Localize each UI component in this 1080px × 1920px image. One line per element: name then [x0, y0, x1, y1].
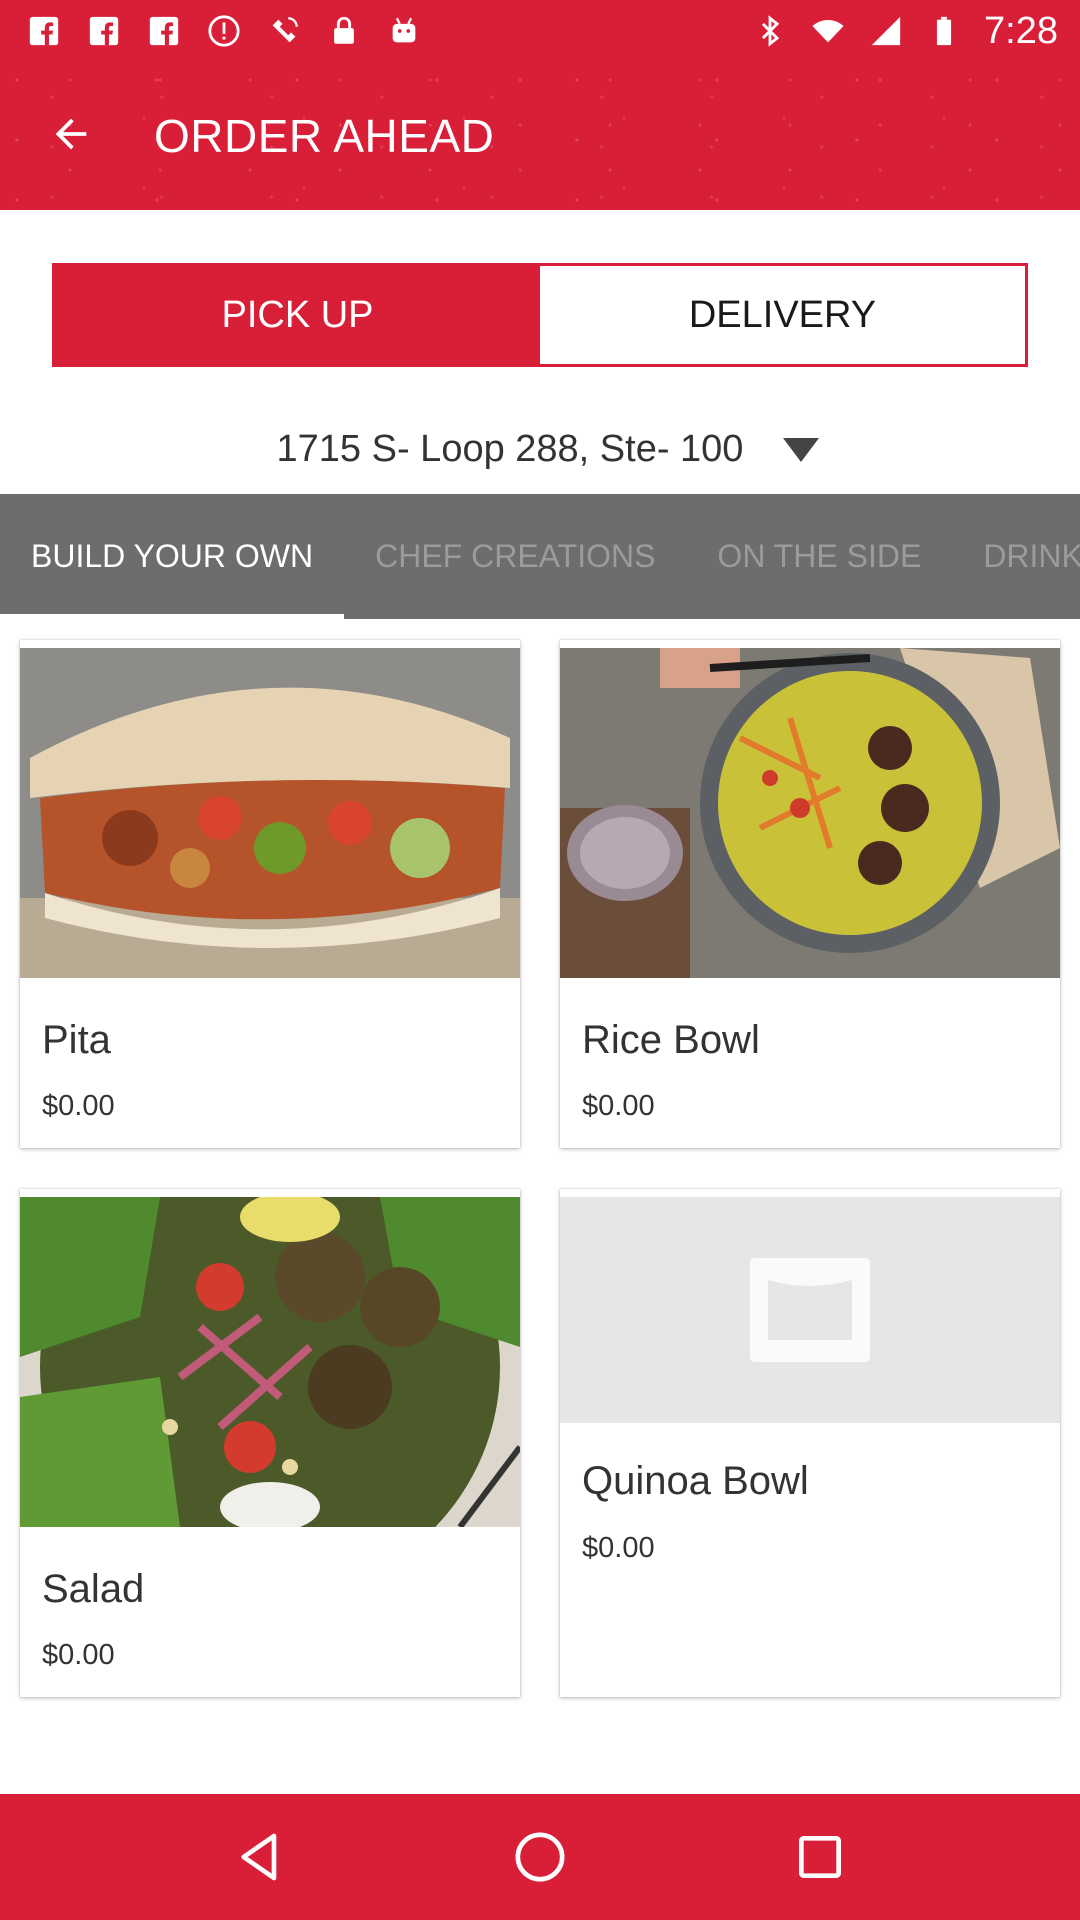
location-address: 1715 S- Loop 288, Ste- 100 [276, 427, 744, 470]
lock-icon [326, 13, 362, 49]
salad-image [20, 1197, 520, 1527]
android-icon [386, 13, 422, 49]
status-bar: 7:28 [0, 0, 1080, 62]
rice-bowl-image [560, 648, 1060, 978]
tab-drinks[interactable]: DRINKS [952, 494, 1080, 619]
nav-home-button[interactable] [495, 1812, 585, 1902]
order-type-toggle: PICK UP DELIVERY [52, 263, 1028, 367]
caret-down-icon [783, 438, 820, 462]
wifi-icon [810, 13, 846, 49]
image-placeholder [560, 1197, 1060, 1423]
app-bar: ORDER AHEAD [0, 62, 1080, 210]
item-price: $0.00 [582, 1090, 655, 1122]
pita-image [20, 648, 520, 978]
bluetooth-icon [752, 13, 788, 49]
image-placeholder-icon [750, 1258, 870, 1362]
arrow-back-icon [48, 111, 94, 162]
status-time: 7:28 [984, 9, 1058, 52]
back-triangle-icon [241, 1833, 277, 1881]
item-price: $0.00 [42, 1639, 115, 1671]
facebook-icon [86, 13, 122, 49]
back-button[interactable] [0, 62, 146, 210]
menu-card-pita[interactable]: Pita $0.00 [20, 640, 520, 1148]
pickup-button[interactable]: PICK UP [55, 266, 540, 364]
home-circle-icon [515, 1832, 565, 1882]
item-name: Pita [42, 1018, 111, 1062]
signal-icon [868, 13, 904, 49]
satellite-icon [266, 13, 302, 49]
system-nav-bar [0, 1794, 1080, 1920]
facebook-icon [146, 13, 182, 49]
item-name: Rice Bowl [582, 1018, 760, 1062]
menu-card-rice-bowl[interactable]: Rice Bowl $0.00 [560, 640, 1060, 1148]
recents-square-icon [799, 1836, 841, 1878]
menu-card-quinoa-bowl[interactable]: Quinoa Bowl $0.00 [560, 1189, 1060, 1697]
alert-icon [206, 13, 242, 49]
delivery-button[interactable]: DELIVERY [540, 266, 1025, 364]
item-name: Salad [42, 1567, 145, 1611]
nav-recents-button[interactable] [775, 1812, 865, 1902]
system-indicators: 7:28 [752, 10, 1058, 53]
item-price: $0.00 [42, 1090, 115, 1122]
notification-icons [26, 13, 422, 49]
facebook-icon [26, 13, 62, 49]
item-name: Quinoa Bowl [582, 1459, 809, 1503]
tab-chef-creations[interactable]: CHEF CREATIONS [344, 494, 686, 619]
nav-back-button[interactable] [215, 1812, 305, 1902]
location-dropdown[interactable]: 1715 S- Loop 288, Ste- 100 [0, 414, 1080, 484]
menu-card-salad[interactable]: Salad $0.00 [20, 1189, 520, 1697]
tab-build-your-own[interactable]: BUILD YOUR OWN [0, 494, 345, 619]
page-title: ORDER AHEAD [154, 110, 495, 162]
tab-on-the-side[interactable]: ON THE SIDE [686, 494, 952, 619]
battery-icon [926, 13, 962, 49]
category-tabs: BUILD YOUR OWN CHEF CREATIONS ON THE SID… [0, 494, 1080, 619]
item-price: $0.00 [582, 1532, 655, 1564]
